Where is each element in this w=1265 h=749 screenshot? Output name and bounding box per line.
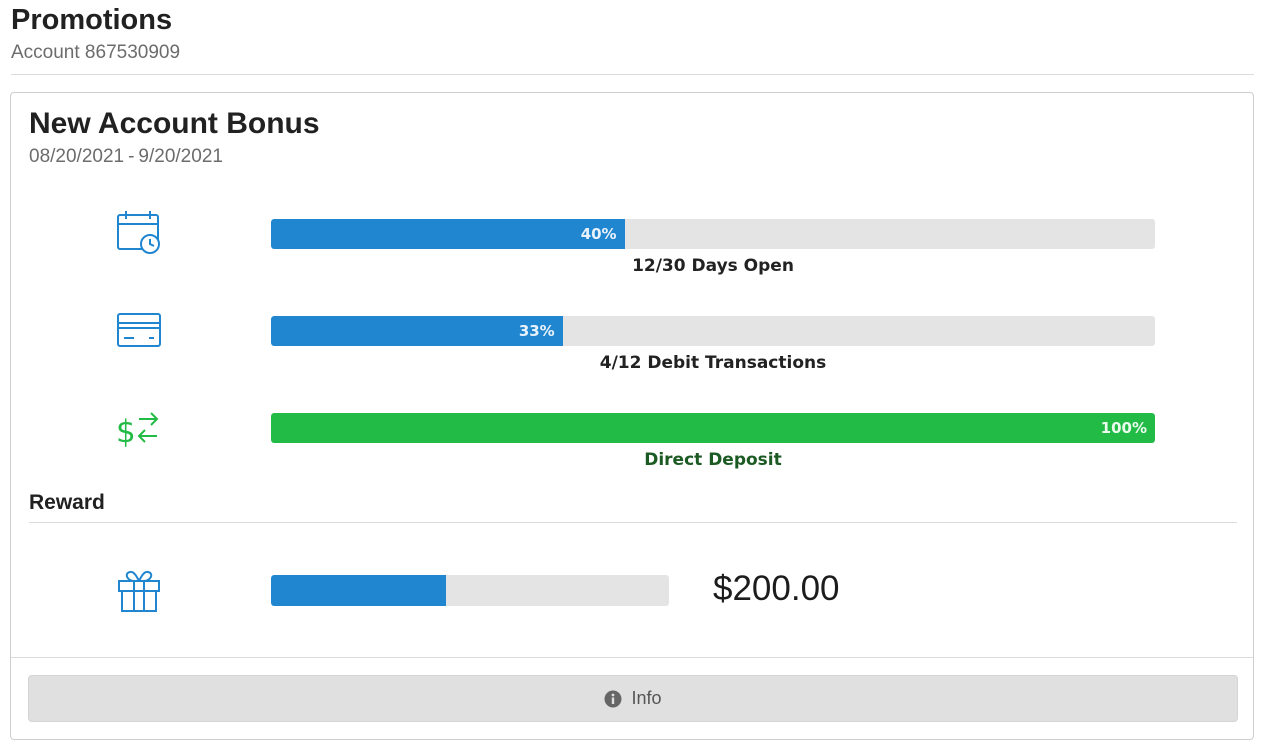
requirement-caption: 12/30 Days Open: [632, 256, 794, 276]
dollar-transfer-icon: $: [115, 407, 163, 455]
promotion-card: New Account Bonus 08/20/2021-9/20/2021 4…: [10, 92, 1254, 740]
reward-progress-fill: [271, 575, 447, 606]
progress-fill: 100%: [271, 413, 1155, 443]
date-separator: -: [128, 146, 135, 167]
info-button[interactable]: Info: [28, 675, 1238, 722]
account-number: Account 867530909: [11, 42, 181, 63]
requirement-caption: Direct Deposit: [644, 450, 782, 470]
requirement-caption: 4/12 Debit Transactions: [599, 353, 827, 373]
credit-card-icon: [115, 308, 163, 356]
promotion-title: New Account Bonus: [29, 107, 320, 140]
requirement-direct-deposit: $ 100% Direct Deposit: [11, 412, 1253, 483]
progress-bar-days-open: 40%: [271, 219, 1155, 249]
promotions-page: Promotions Account 867530909 New Account…: [0, 0, 1265, 749]
page-title: Promotions: [11, 4, 173, 36]
progress-fill: 40%: [271, 219, 625, 249]
info-icon: [604, 690, 622, 708]
promotion-date-range: 08/20/2021-9/20/2021: [29, 146, 223, 168]
reward-amount: $200.00: [713, 569, 840, 608]
progress-percent: 33%: [518, 322, 555, 340]
promotion-end-date: 9/20/2021: [138, 146, 223, 167]
progress-bar-direct-deposit: 100%: [271, 413, 1155, 443]
page-header: Promotions Account 867530909: [11, 0, 1254, 75]
card-footer: Info: [11, 657, 1253, 740]
requirement-debit-transactions: 33% 4/12 Debit Transactions: [11, 313, 1253, 386]
progress-percent: 100%: [1100, 419, 1147, 437]
svg-text:$: $: [116, 414, 136, 450]
progress-bar-debit-transactions: 33%: [271, 316, 1155, 346]
reward-heading: Reward: [29, 491, 1237, 523]
progress-percent: 40%: [580, 225, 617, 243]
requirement-days-open: 40% 12/30 Days Open: [11, 211, 1253, 289]
info-button-label: Info: [631, 688, 662, 708]
reward-progress-bar: [271, 575, 669, 606]
progress-fill: 33%: [271, 316, 563, 346]
calendar-clock-icon: [115, 209, 163, 257]
gift-icon: [115, 567, 163, 615]
promotion-start-date: 08/20/2021: [29, 146, 125, 167]
